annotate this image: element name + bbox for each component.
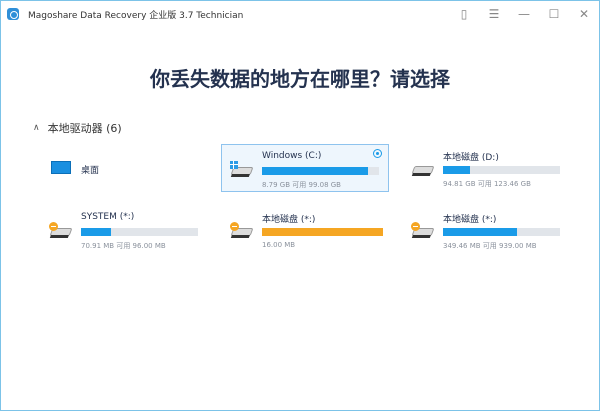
drive-system[interactable]: SYSTEM (*:) 70.91 MB 可用 96.00 MB xyxy=(41,206,209,254)
usage-bar xyxy=(443,228,560,236)
menu-icon[interactable]: ☰ xyxy=(479,7,509,21)
close-button[interactable]: ✕ xyxy=(569,7,599,21)
minimize-button[interactable]: — xyxy=(509,7,539,21)
usage-fill xyxy=(81,228,112,236)
drive-local-2[interactable]: 本地磁盘 (*:) 349.46 MB 可用 939.00 MB xyxy=(403,206,571,254)
drive-d[interactable]: 本地磁盘 (D:) 94.81 GB 可用 123.46 GB xyxy=(403,144,571,192)
drive-name: 本地磁盘 (*:) xyxy=(443,215,497,225)
drive-c[interactable]: Windows (C:) 8.79 GB 可用 99.08 GB xyxy=(221,144,389,192)
window-title: Magoshare Data Recovery 企业版 3.7 Technici… xyxy=(28,10,244,21)
local-drives-section-toggle[interactable]: ∧ 本地驱动器 (6) xyxy=(33,120,122,136)
drive-name: 本地磁盘 (*:) xyxy=(262,215,316,225)
drive-info: 349.46 MB 可用 939.00 MB xyxy=(443,242,537,250)
drive-name: 本地磁盘 (D:) xyxy=(443,153,499,163)
usage-fill xyxy=(262,167,369,175)
bookmark-icon[interactable]: ▯ xyxy=(449,7,479,21)
usage-bar xyxy=(443,166,560,174)
desktop-icon xyxy=(49,161,73,177)
drive-info: 94.81 GB 可用 123.46 GB xyxy=(443,180,531,188)
drive-info: 70.91 MB 可用 96.00 MB xyxy=(81,242,166,250)
drive-name: SYSTEM (*:) xyxy=(81,212,135,222)
usage-bar xyxy=(262,167,379,175)
usage-fill xyxy=(443,228,517,236)
usage-bar xyxy=(262,228,383,236)
drive-desktop[interactable]: 桌面 xyxy=(41,145,209,193)
chevron-up-icon: ∧ xyxy=(33,123,40,133)
warning-drive-icon xyxy=(230,222,254,238)
drive-name: 桌面 xyxy=(81,166,100,176)
page-title: 你丢失数据的地方在哪里？请选择 xyxy=(150,67,450,91)
maximize-button[interactable]: ☐ xyxy=(539,7,569,21)
drive-info: 8.79 GB 可用 99.08 GB xyxy=(262,181,341,189)
warning-drive-icon xyxy=(49,222,73,238)
usage-bar xyxy=(81,228,198,236)
usage-fill xyxy=(262,228,383,236)
drive-name: Windows (C:) xyxy=(262,151,322,161)
warning-drive-icon xyxy=(411,222,435,238)
usage-fill xyxy=(443,166,470,174)
selected-radio[interactable] xyxy=(373,149,382,158)
drive-local-1[interactable]: 本地磁盘 (*:) 16.00 MB xyxy=(222,206,390,254)
hard-drive-icon xyxy=(411,160,435,176)
app-logo-icon xyxy=(7,8,19,20)
section-label: 本地驱动器 (6) xyxy=(47,122,122,135)
windows-drive-icon xyxy=(230,161,254,177)
title-bar: Magoshare Data Recovery 企业版 3.7 Technici… xyxy=(1,1,599,27)
drive-info: 16.00 MB xyxy=(262,241,296,249)
